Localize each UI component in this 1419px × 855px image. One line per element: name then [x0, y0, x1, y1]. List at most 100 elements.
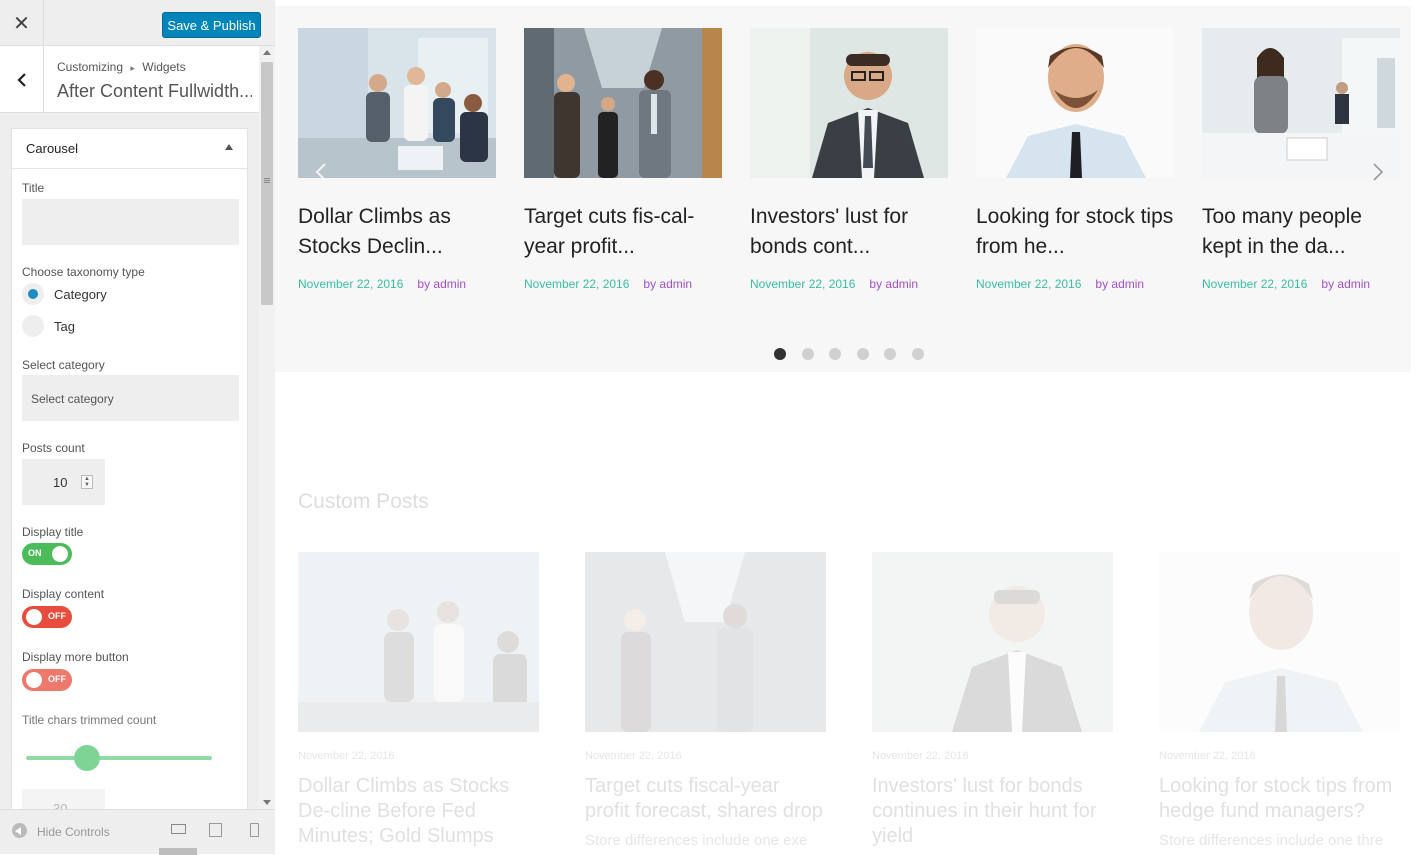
display-title-toggle[interactable]: ON [22, 543, 72, 565]
custom-post-card[interactable]: November 22, 2016 Dollar Climbs as Stock… [298, 552, 539, 849]
toggle-state: ON [28, 548, 42, 558]
breadcrumb-separator: ▸ [130, 63, 135, 73]
post-date[interactable]: November 22, 2016 [976, 277, 1081, 291]
carousel-card[interactable]: Dollar Climbs as Stocks Declin... Novemb… [298, 28, 496, 291]
custom-post-title[interactable]: Investors' lust for bonds continues in t… [872, 774, 1113, 849]
custom-post-date: November 22, 2016 [585, 750, 682, 762]
mobile-icon[interactable] [250, 823, 259, 837]
carousel-widget: Carousel Title Choose taxonomy type Cate… [11, 128, 248, 819]
custom-post-image[interactable] [585, 552, 826, 732]
custom-post-image[interactable] [298, 552, 539, 732]
post-author[interactable]: by admin [869, 277, 918, 291]
widget-header[interactable]: Carousel [12, 129, 247, 169]
carousel-next-arrow-icon[interactable] [1372, 162, 1384, 182]
post-title[interactable]: Investors' lust for bonds cont... [750, 202, 948, 262]
breadcrumb-section: Widgets [142, 60, 186, 74]
post-author[interactable]: by admin [643, 277, 692, 291]
title-label: Title [22, 181, 45, 195]
custom-post-title[interactable]: Looking for stock tips from hedge fund m… [1159, 774, 1400, 824]
custom-post-image[interactable] [872, 552, 1113, 732]
taxonomy-label: Choose taxonomy type [22, 265, 145, 279]
post-image-corridor[interactable] [524, 28, 722, 178]
breadcrumb: Customizing ▸ Widgets [57, 60, 186, 74]
carousel-dot[interactable] [857, 348, 869, 360]
post-date[interactable]: November 22, 2016 [524, 277, 629, 291]
caret-up-icon[interactable] [225, 144, 233, 150]
close-button[interactable]: ✕ [0, 0, 44, 46]
post-meta: November 22, 2016 by admin [976, 277, 1174, 291]
post-meta: November 22, 2016 by admin [750, 277, 948, 291]
custom-post-excerpt: Store differences include one thre [1159, 832, 1384, 849]
close-icon: ✕ [13, 12, 30, 35]
carousel-card[interactable]: Investors' lust for bonds cont... Novemb… [750, 28, 948, 291]
custom-post-date: November 22, 2016 [298, 750, 395, 762]
post-author[interactable]: by admin [417, 277, 466, 291]
post-date[interactable]: November 22, 2016 [298, 277, 403, 291]
custom-post-title[interactable]: Dollar Climbs as Stocks De-cline Before … [298, 774, 539, 849]
display-content-toggle[interactable]: OFF [22, 606, 72, 628]
hide-controls-label: Hide Controls [37, 825, 110, 839]
slider-handle[interactable] [74, 745, 100, 771]
posts-count-stepper[interactable]: 10 ▲ ▼ [22, 459, 105, 505]
carousel-prev-arrow-icon[interactable] [315, 162, 327, 182]
display-more-label: Display more button [22, 650, 129, 664]
carousel-dot[interactable] [802, 348, 814, 360]
custom-post-card[interactable]: November 22, 2016 Investors' lust for bo… [872, 552, 1113, 849]
custom-post-title[interactable]: Target cuts fiscal-year profit forecast,… [585, 774, 826, 824]
display-more-toggle[interactable]: OFF [22, 669, 72, 691]
post-meta: November 22, 2016 by admin [524, 277, 722, 291]
custom-post-card[interactable]: November 22, 2016 Target cuts fiscal-yea… [585, 552, 826, 849]
radio-category-label: Category [54, 287, 107, 302]
post-meta: November 22, 2016 by admin [298, 277, 496, 291]
carousel-dot[interactable] [829, 348, 841, 360]
scrollbar-thumb[interactable] [261, 62, 273, 305]
widget-name: Carousel [26, 141, 79, 156]
carousel-card[interactable]: Too many people kept in the da... Novemb… [1202, 28, 1400, 291]
category-select[interactable]: Select category [22, 375, 239, 421]
custom-post-image[interactable] [1159, 552, 1400, 732]
title-input[interactable] [22, 199, 239, 245]
post-image-businessman[interactable] [750, 28, 948, 178]
sidebar-scrollbar[interactable] [259, 46, 275, 809]
hide-controls-button[interactable] [12, 823, 27, 838]
post-image-woman-desk[interactable] [1202, 28, 1400, 178]
carousel-dot[interactable] [774, 348, 786, 360]
post-author[interactable]: by admin [1095, 277, 1144, 291]
custom-posts-heading: Custom Posts [298, 490, 429, 513]
posts-count-label: Posts count [22, 441, 85, 455]
customizer-footer: Hide Controls [0, 809, 275, 855]
post-image-smiling-man[interactable] [976, 28, 1174, 178]
radio-category[interactable] [22, 283, 44, 305]
carousel-dot[interactable] [884, 348, 896, 360]
post-author[interactable]: by admin [1321, 277, 1370, 291]
carousel-dot[interactable] [912, 348, 924, 360]
customizer-sidebar: ✕ Save & Publish Customizing ▸ Widgets A… [0, 0, 275, 855]
carousel-card[interactable]: Looking for stock tips from he... Novemb… [976, 28, 1174, 291]
toggle-state: OFF [48, 674, 66, 684]
radio-tag[interactable] [22, 315, 44, 337]
post-image-meeting[interactable] [298, 28, 496, 178]
tablet-icon[interactable] [209, 823, 222, 837]
post-meta: November 22, 2016 by admin [1202, 277, 1400, 291]
title-chars-label: Title chars trimmed count [22, 713, 157, 727]
post-date[interactable]: November 22, 2016 [750, 277, 855, 291]
post-title[interactable]: Target cuts fis-cal-year profit... [524, 202, 722, 262]
posts-count-value: 10 [53, 475, 68, 490]
save-publish-button[interactable]: Save & Publish [162, 12, 261, 38]
post-title[interactable]: Looking for stock tips from he... [976, 202, 1174, 262]
spinner-icon[interactable]: ▲ ▼ [81, 475, 93, 489]
site-preview: Dollar Climbs as Stocks Declin... Novemb… [275, 0, 1419, 854]
title-chars-slider[interactable] [26, 745, 212, 771]
carousel-card[interactable]: Target cuts fis-cal-year profit... Novem… [524, 28, 722, 291]
post-title[interactable]: Too many people kept in the da... [1202, 202, 1400, 262]
chevron-left-icon [16, 72, 26, 87]
radio-tag-label: Tag [54, 319, 75, 334]
back-button[interactable] [0, 46, 44, 113]
toggle-state: OFF [48, 611, 66, 621]
post-date[interactable]: November 22, 2016 [1202, 277, 1307, 291]
panel-title: After Content Fullwidth... [57, 81, 252, 101]
post-title[interactable]: Dollar Climbs as Stocks Declin... [298, 202, 496, 262]
custom-post-card[interactable]: November 22, 2016 Looking for stock tips… [1159, 552, 1400, 849]
customizer-header: ✕ Save & Publish [0, 0, 275, 46]
desktop-icon[interactable] [171, 824, 186, 834]
